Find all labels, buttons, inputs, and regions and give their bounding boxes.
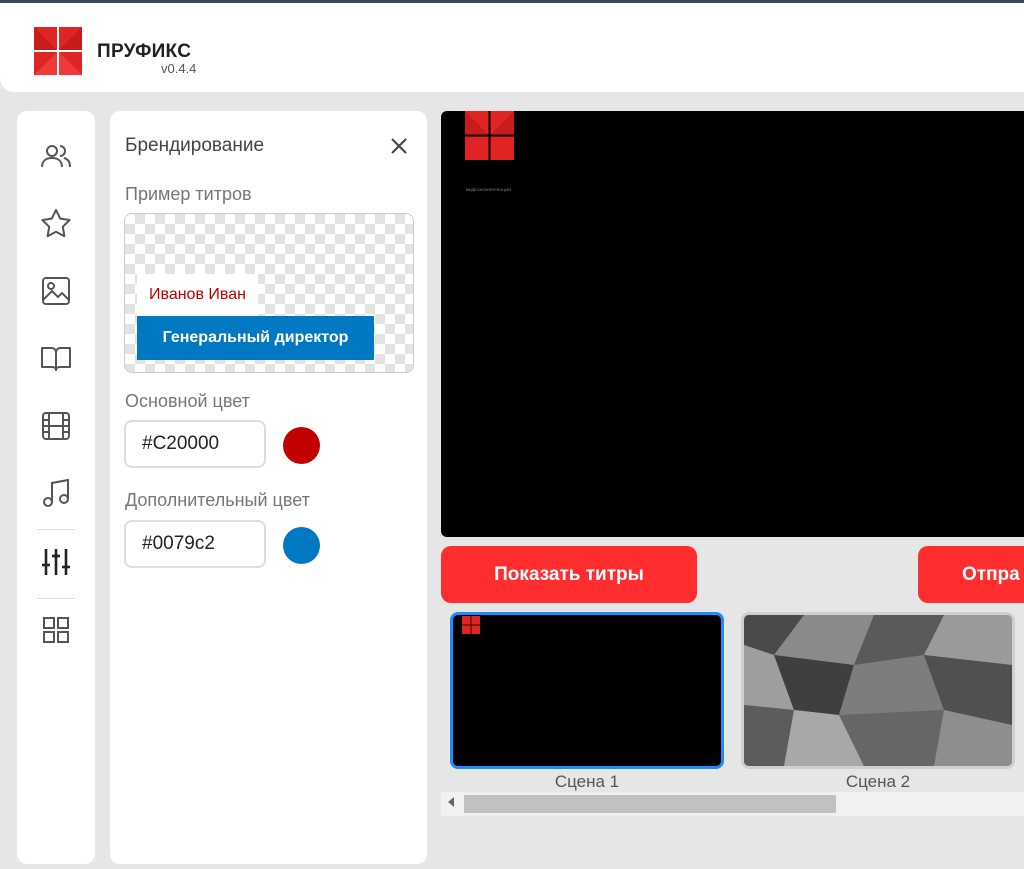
scrollbar-thumb[interactable]	[464, 795, 836, 813]
sliders-icon	[42, 549, 70, 575]
stage-logo-icon	[465, 111, 514, 160]
book-icon	[41, 347, 71, 371]
scene-label-1: Сцена 1	[554, 772, 620, 791]
scene-background-image	[744, 615, 1012, 766]
stage-caption: ВИДЕОКОНФЕРЕНЦИИ	[466, 187, 511, 192]
primary-color-label: Основной цвет	[125, 391, 250, 411]
sample-name: Иванов Иван	[137, 274, 258, 316]
app-header: ПРУФИКС v0.4.4	[0, 3, 1024, 92]
image-icon	[42, 277, 70, 305]
music-button[interactable]	[37, 474, 75, 512]
branding-panel: Брендирование Пример титров Иванов Иван …	[110, 111, 427, 864]
film-icon	[42, 412, 70, 440]
participants-button[interactable]	[37, 138, 75, 176]
secondary-color-input[interactable]: #0079c2	[124, 520, 266, 568]
show-titles-button[interactable]: Показать титры	[441, 546, 697, 603]
titles-preview: Иванов Иван Генеральный директор	[124, 213, 414, 373]
secondary-color-label: Дополнительный цвет	[125, 490, 310, 510]
grid-icon	[43, 617, 69, 643]
music-icon	[43, 478, 69, 507]
primary-color-input[interactable]: #C20000	[124, 420, 266, 468]
scene-thumbnail-1[interactable]	[450, 612, 724, 769]
example-label: Пример титров	[125, 184, 252, 204]
primary-color-swatch[interactable]	[283, 427, 320, 464]
branding-button[interactable]	[37, 543, 75, 581]
close-icon[interactable]	[388, 135, 410, 157]
sidebar-divider	[37, 598, 75, 599]
layouts-button[interactable]	[37, 611, 75, 649]
stage-preview: ВИДЕОКОНФЕРЕНЦИИ	[441, 111, 1024, 537]
scene-logo-icon	[462, 616, 480, 634]
star-icon	[41, 209, 71, 238]
secondary-color-swatch[interactable]	[283, 527, 320, 564]
scroll-left-arrow-icon[interactable]	[448, 797, 454, 807]
tool-sidebar	[17, 111, 95, 864]
users-icon	[41, 145, 71, 168]
send-button[interactable]: Отпра	[918, 546, 1024, 603]
panel-title: Брендирование	[125, 135, 265, 156]
app-version: v0.4.4	[161, 61, 197, 76]
scene-thumbnail-2[interactable]	[741, 612, 1015, 769]
video-button[interactable]	[37, 407, 75, 445]
sidebar-divider	[37, 529, 75, 530]
images-button[interactable]	[37, 272, 75, 310]
app-name: ПРУФИКС	[97, 41, 192, 62]
favorites-button[interactable]	[37, 205, 75, 243]
scene-label-2: Сцена 2	[845, 772, 911, 791]
app-logo-icon	[34, 27, 82, 75]
library-button[interactable]	[37, 339, 75, 377]
sample-position: Генеральный директор	[137, 316, 374, 360]
